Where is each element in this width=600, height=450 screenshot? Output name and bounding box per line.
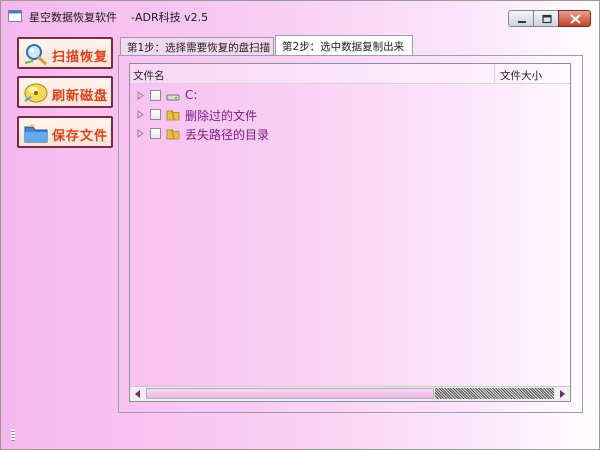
- refresh-disk-button[interactable]: 刷新磁盘: [17, 76, 113, 108]
- column-header-filename[interactable]: 文件名: [133, 68, 165, 83]
- scrollbar-track[interactable]: [435, 388, 554, 399]
- row-label: C:: [185, 88, 198, 102]
- resize-grip[interactable]: [11, 429, 15, 441]
- tree-row-lost-path-dirs[interactable]: 丢失路径的目录: [130, 125, 560, 143]
- row-checkbox[interactable]: [150, 128, 161, 139]
- expand-arrow-icon[interactable]: [137, 129, 144, 138]
- title-bar[interactable]: 星空数据恢复软件 -ADR科技 v2.5: [1, 1, 599, 31]
- scroll-left-icon[interactable]: [131, 388, 145, 400]
- horizontal-scrollbar[interactable]: [130, 386, 570, 401]
- scan-recover-button[interactable]: 扫描恢复: [17, 37, 113, 69]
- folder-icon: [166, 109, 180, 121]
- app-window: 星空数据恢复软件 -ADR科技 v2.5 扫描恢复 刷新磁盘 保存文件 第1步：…: [0, 0, 600, 450]
- app-icon: [8, 10, 22, 22]
- save-file-label: 保存文件: [52, 129, 109, 144]
- close-button[interactable]: [558, 10, 591, 27]
- list-header: 文件名 文件大小: [130, 64, 570, 84]
- refresh-disk-label: 刷新磁盘: [52, 89, 109, 104]
- disk-icon: [24, 83, 48, 103]
- maximize-icon: [542, 14, 552, 24]
- row-label: 丢失路径的目录: [185, 128, 270, 142]
- minimize-button[interactable]: [508, 10, 534, 27]
- tab-step2-copy[interactable]: 第2步：选中数据复制出来: [275, 35, 413, 56]
- column-separator[interactable]: [494, 64, 495, 84]
- scrollbar-thumb[interactable]: [146, 388, 434, 399]
- tab-step1-scan[interactable]: 第1步：选择需要恢复的盘扫描: [120, 37, 274, 55]
- maximize-button[interactable]: [533, 10, 559, 27]
- row-checkbox[interactable]: [150, 90, 161, 101]
- scan-recover-label: 扫描恢复: [52, 50, 109, 65]
- column-header-filesize[interactable]: 文件大小: [500, 68, 542, 83]
- close-icon: [570, 14, 581, 24]
- folder-icon: [166, 128, 180, 140]
- expand-arrow-icon[interactable]: [137, 91, 144, 100]
- save-file-button[interactable]: 保存文件: [17, 116, 113, 148]
- folder-icon: [24, 124, 48, 143]
- magnifier-icon: [24, 44, 47, 65]
- drive-icon: [166, 94, 180, 101]
- expand-arrow-icon[interactable]: [137, 110, 144, 119]
- window-title: 星空数据恢复软件 -ADR科技 v2.5: [29, 11, 209, 24]
- row-label: 删除过的文件: [185, 109, 258, 123]
- tree-row-deleted-files[interactable]: 删除过的文件: [130, 106, 560, 124]
- file-tree-list[interactable]: 文件名 文件大小 C: 删除过的文件 丢失路径的目录: [129, 63, 571, 402]
- tree-row-drive-c[interactable]: C:: [130, 87, 560, 105]
- scroll-right-icon[interactable]: [555, 388, 569, 400]
- minimize-icon: [518, 21, 526, 23]
- row-checkbox[interactable]: [150, 109, 161, 120]
